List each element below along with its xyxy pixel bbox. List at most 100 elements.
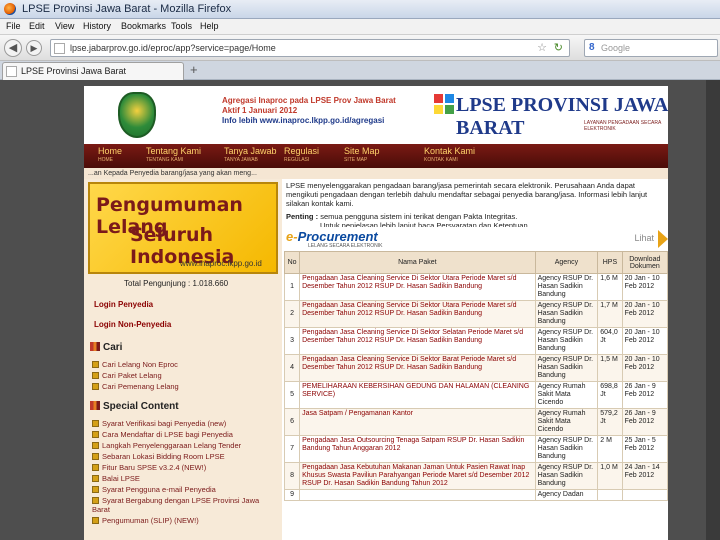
row-nama-paket[interactable]: Jasa Satpam / Pengamanan Kantor — [299, 408, 536, 436]
row-nama-paket[interactable]: Pengadaan Jasa Outsourcing Tenaga Satpam… — [299, 435, 536, 463]
table-row: 5 PEMELIHARAAN KEBERSIHAN GEDUNG DAN HALA… — [283, 381, 669, 409]
bullet-icon — [92, 486, 99, 493]
window-edge — [706, 80, 720, 540]
row-no: 4 — [283, 354, 301, 382]
intro-text: LPSE menyelenggarakan pengadaan barang/j… — [286, 181, 648, 208]
pengumuman-lelang-banner[interactable]: Pengumuman Lelang Seluruh Indonesia www.… — [88, 182, 278, 274]
special-item-1[interactable]: Syarat Verifikasi bagi Penyedia (new) — [92, 419, 226, 428]
nav-tentang-kami[interactable]: Tentang Kami TENTANG KAMI — [146, 147, 201, 165]
back-button[interactable]: ◀ — [4, 39, 22, 57]
row-nama-paket[interactable]: Pengadaan Jasa Kebutuhan Makanan Jaman U… — [299, 462, 536, 490]
firefox-icon — [4, 3, 16, 15]
bullet-icon — [92, 420, 99, 427]
url-bar[interactable]: lpse.jabarprov.go.id/eproc/app?service=p… — [50, 39, 570, 57]
special-item-4[interactable]: Sebaran Lokasi Bidding Room LPSE — [92, 452, 225, 461]
penting-text-1: semua pengguna sistem ini terikat dengan… — [320, 212, 518, 221]
bullet-icon — [92, 517, 99, 524]
lpse-site: Agregasi Inaproc pada LPSE Prov Jawa Bar… — [84, 86, 669, 540]
section-bar-icon — [90, 401, 100, 410]
nav-regulasi-sub: REGULASI — [284, 157, 310, 163]
bullet-icon — [92, 431, 99, 438]
col-agency[interactable]: Agency — [534, 251, 599, 274]
bookmark-star-icon[interactable]: ☆ — [537, 41, 547, 54]
col-download[interactable]: Download Dokumen — [621, 251, 669, 274]
special-content-heading: Special Content — [90, 401, 179, 412]
menu-tools[interactable]: Tools — [171, 21, 192, 31]
menu-view[interactable]: View — [55, 21, 74, 31]
col-hps[interactable]: HPS — [597, 251, 623, 274]
sidebar: Pengumuman Lelang Seluruh Indonesia www.… — [84, 179, 282, 540]
nav-tanya-jawab[interactable]: Tanya Jawab TANYA JAWAB — [224, 147, 277, 165]
special-item-7[interactable]: Syarat Pengguna e-mail Penyedia — [92, 485, 216, 494]
special-item-8[interactable]: Syarat Bergabung dengan LPSE Provinsi Ja… — [92, 496, 272, 514]
special-item-3[interactable]: Langkah Penyelenggaraan Lelang Tender — [92, 441, 241, 450]
row-download[interactable]: 25 Jan - 5 Feb 2012 — [621, 435, 669, 463]
special-item-9[interactable]: Pengumuman (SLIP) (NEW!) — [92, 516, 199, 525]
agregasi-notice[interactable]: Agregasi Inaproc pada LPSE Prov Jawa Bar… — [222, 96, 396, 126]
row-hps: 604,0 Jt — [597, 327, 623, 355]
menu-bookmarks[interactable]: Bookmarks — [121, 21, 166, 31]
menu-history[interactable]: History — [83, 21, 111, 31]
row-no: 7 — [283, 435, 301, 463]
special-item-3-label: Langkah Penyelenggaraan Lelang Tender — [102, 441, 242, 450]
row-download[interactable]: 20 Jan - 10 Feb 2012 — [621, 327, 669, 355]
nav-kontak-kami[interactable]: Kontak Kami KONTAK KAMI — [424, 147, 475, 165]
tab-lpse[interactable]: LPSE Provinsi Jawa Barat — [2, 62, 184, 80]
arrow-right-icon[interactable] — [658, 230, 668, 248]
row-nama-paket[interactable]: Pengadaan Jasa Cleaning Service Di Sekto… — [299, 327, 536, 355]
row-download[interactable]: 20 Jan - 10 Feb 2012 — [621, 273, 669, 301]
special-item-5[interactable]: Fitur Baru SPSE v3.2.4 (NEW!) — [92, 463, 206, 472]
forward-button[interactable]: ▶ — [26, 40, 42, 56]
row-nama-paket[interactable]: Pengadaan Jasa Cleaning Service Di Sekto… — [299, 354, 536, 382]
bullet-icon — [92, 497, 99, 504]
row-agency: Agency Rumah Sakit Mata Cicendo — [534, 381, 599, 409]
row-download[interactable]: 20 Jan - 10 Feb 2012 — [621, 354, 669, 382]
nav-home-sub: HOME — [98, 157, 113, 163]
special-item-6[interactable]: Balai LPSE — [92, 474, 140, 483]
row-download[interactable] — [621, 489, 669, 501]
nav-regulasi[interactable]: Regulasi REGULASI — [284, 147, 319, 165]
special-heading-text: Special Content — [103, 401, 179, 412]
announcement-marquee: ...an Kepada Penyedia barang/jasa yang a… — [84, 168, 668, 179]
menu-edit[interactable]: Edit — [29, 21, 45, 31]
col-no[interactable]: No — [283, 251, 301, 274]
nav-tanya-sub: TANYA JAWAB — [224, 157, 258, 163]
tab-label: LPSE Provinsi Jawa Barat — [21, 66, 127, 76]
cari-item-3[interactable]: Cari Pemenang Lelang — [92, 382, 179, 391]
row-agency: Agency RSUP Dr. Hasan Sadikin Bandung — [534, 462, 599, 490]
cari-heading-text: Cari — [103, 342, 123, 353]
col-nama-paket[interactable]: Nama Paket — [299, 251, 536, 274]
reload-icon[interactable]: ↻ — [554, 41, 563, 54]
bullet-icon — [92, 464, 99, 471]
nav-tentang-label: Tentang Kami — [146, 146, 202, 156]
tab-bar: LPSE Provinsi Jawa Barat + — [0, 61, 720, 80]
cari-item-2[interactable]: Cari Paket Lelang — [92, 371, 162, 380]
window-titlebar: LPSE Provinsi Jawa Barat - Mozilla Firef… — [0, 0, 720, 19]
window-title: LPSE Provinsi Jawa Barat - Mozilla Firef… — [22, 3, 232, 15]
cari-item-1[interactable]: Cari Lelang Non Eproc — [92, 360, 178, 369]
bullet-icon — [92, 361, 99, 368]
site-header: Agregasi Inaproc pada LPSE Prov Jawa Bar… — [84, 86, 668, 146]
login-non-penyedia-link[interactable]: Login Non-Penyedia — [94, 320, 171, 329]
site-favicon-icon — [54, 43, 65, 54]
bullet-icon — [92, 383, 99, 390]
special-item-2[interactable]: Cara Mendaftar di LPSE bagi Penyedia — [92, 430, 233, 439]
row-nama-paket[interactable] — [299, 489, 536, 501]
row-nama-paket[interactable]: Pengadaan Jasa Cleaning Service Di Sekto… — [299, 273, 536, 301]
login-penyedia-link[interactable]: Login Penyedia — [94, 300, 153, 309]
row-nama-paket[interactable]: Pengadaan Jasa Cleaning Service Di Sekto… — [299, 300, 536, 328]
row-download[interactable]: 20 Jan - 10 Feb 2012 — [621, 300, 669, 328]
search-engine-icon[interactable]: 8 — [589, 42, 595, 53]
row-download[interactable]: 26 Jan - 9 Feb 2012 — [621, 408, 669, 436]
search-box[interactable]: 8 Google — [584, 39, 718, 57]
lihat-link[interactable]: Lihat — [634, 233, 654, 243]
menu-file[interactable]: File — [6, 21, 21, 31]
row-download[interactable]: 24 Jan - 14 Feb 2012 — [621, 462, 669, 490]
nav-home[interactable]: Home HOME — [98, 147, 122, 165]
special-item-1-label: Syarat Verifikasi bagi Penyedia (new) — [102, 419, 227, 428]
row-nama-paket[interactable]: PEMELIHARAAN KEBERSIHAN GEDUNG DAN HALAM… — [299, 381, 536, 409]
row-download[interactable]: 26 Jan - 9 Feb 2012 — [621, 381, 669, 409]
new-tab-button[interactable]: + — [190, 62, 198, 77]
nav-site-map[interactable]: Site Map SITE MAP — [344, 147, 380, 165]
menu-help[interactable]: Help — [200, 21, 219, 31]
